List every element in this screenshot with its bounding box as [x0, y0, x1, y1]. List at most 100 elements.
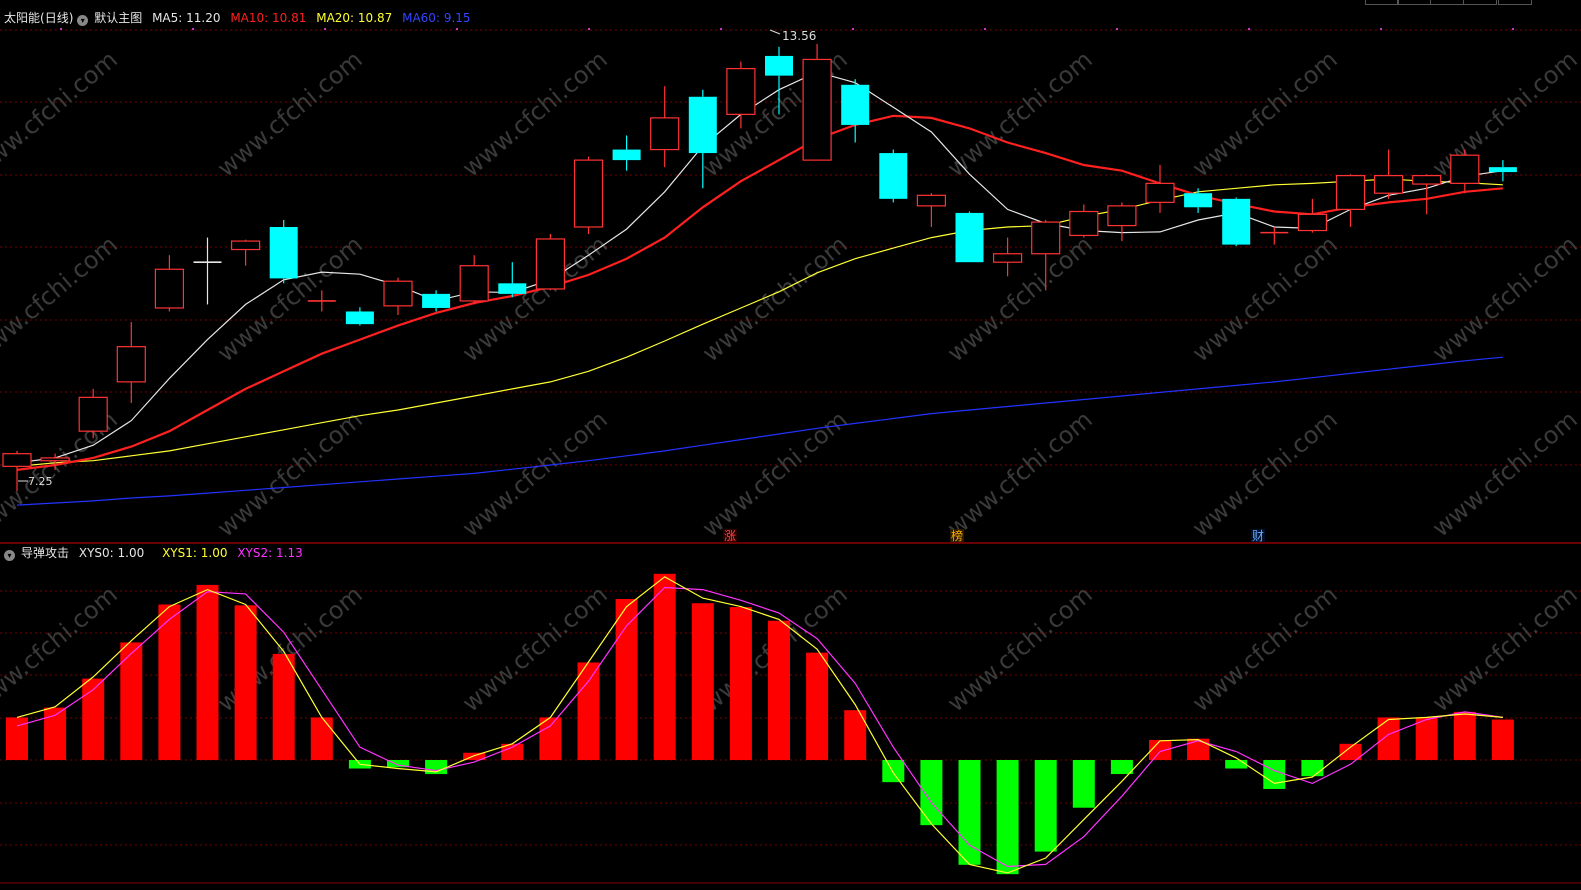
candle	[1260, 227, 1289, 245]
marker-zhang[interactable]: 涨	[724, 528, 736, 543]
toolbar-button-5[interactable]	[1498, 0, 1532, 5]
watermark-text: www.cfchi.com	[212, 405, 368, 542]
histogram-bar	[653, 573, 676, 760]
histogram-bar	[1377, 717, 1400, 760]
candle	[992, 237, 1023, 277]
top-tick	[60, 28, 62, 30]
candle	[1069, 204, 1099, 238]
histogram-bar	[82, 678, 105, 760]
histogram-bar	[1263, 760, 1286, 789]
watermark-text: www.cfchi.com	[1187, 230, 1343, 367]
histogram-bar	[1491, 719, 1514, 760]
high-price-label: 13.56	[782, 29, 816, 43]
watermark-text: www.cfchi.com	[1427, 230, 1581, 367]
top-tick	[192, 28, 194, 30]
histogram-bar	[882, 760, 905, 783]
watermark-text: www.cfchi.com	[1187, 45, 1343, 182]
histogram-bar	[768, 620, 790, 760]
watermark-text: www.cfchi.com	[1427, 580, 1581, 717]
ma60-readout: MA60: 9.15	[402, 11, 471, 25]
ma20-readout: MA20: 10.87	[316, 11, 393, 25]
main-chart-header: 太阳能(日线) ▾ 默认主图 MA5: 11.20 MA10: 10.81 MA2…	[4, 9, 477, 26]
candle	[612, 135, 641, 171]
candle	[841, 79, 870, 143]
top-tick	[1512, 28, 1514, 30]
xys0-readout: XYS0: 1.00	[78, 546, 145, 560]
histogram-bar	[234, 605, 257, 760]
candle	[193, 237, 222, 305]
candle	[269, 219, 298, 284]
candle	[1373, 149, 1404, 199]
histogram-bar	[729, 607, 752, 760]
toolbar-button-4[interactable]	[1463, 0, 1497, 5]
watermark-text: www.cfchi.com	[1187, 580, 1343, 717]
stock-name[interactable]: 太阳能(日线)	[4, 11, 73, 25]
histogram-bar	[1415, 717, 1438, 760]
watermark-text: www.cfchi.com	[0, 45, 123, 182]
histogram-bar	[577, 662, 600, 760]
histogram-bar	[310, 717, 333, 760]
chart-name[interactable]: 默认主图	[94, 11, 142, 25]
ma5-readout: MA5: 11.20	[152, 11, 221, 25]
histogram-bar	[1453, 711, 1476, 760]
candle	[1145, 165, 1175, 213]
histogram-bar	[1110, 760, 1133, 775]
candle	[1450, 149, 1480, 194]
top-tick	[1248, 28, 1250, 30]
watermark-text: www.cfchi.com	[457, 405, 613, 542]
histogram-bar	[806, 652, 829, 760]
candle	[78, 388, 108, 439]
candle	[459, 255, 489, 305]
histogram-bar	[1225, 760, 1248, 769]
toolbar-button-1[interactable]	[1365, 0, 1399, 5]
histogram-bar	[1149, 739, 1171, 760]
chevron-down-icon[interactable]: ▾	[4, 550, 15, 561]
top-tick	[1380, 28, 1382, 30]
marker-bang[interactable]: 榜	[951, 528, 963, 543]
candle	[231, 239, 261, 266]
top-tick	[324, 28, 326, 30]
top-tick	[852, 28, 854, 30]
top-tick	[588, 28, 590, 30]
chart-canvas[interactable]: www.cfchi.com www.cfchi.com www.cfchi.com w…	[0, 0, 1581, 890]
xys1-readout: XYS1: 1.00	[162, 546, 228, 560]
watermark-text: www.cfchi.com	[212, 45, 368, 182]
marker-cai[interactable]: 财	[1252, 529, 1264, 543]
high-annotation: 13.56	[769, 29, 816, 43]
watermark-text: www.cfchi.com	[1187, 405, 1343, 542]
histogram-bar	[196, 584, 219, 760]
histogram-bar	[539, 717, 562, 760]
indicator-header: ▾ 导弹攻击 XYS0: 1.00 XYS1: 1.00 XYS2: 1.13	[4, 544, 309, 561]
event-markers[interactable]: 涨 榜 财	[723, 528, 1265, 543]
candle	[1297, 198, 1328, 233]
candle	[1222, 197, 1251, 247]
candle	[535, 234, 566, 291]
watermark-text: www.cfchi.com	[942, 580, 1098, 717]
candle	[154, 255, 184, 312]
top-tick	[1116, 28, 1118, 30]
candle	[916, 193, 947, 227]
candle	[345, 307, 374, 326]
candle	[1335, 174, 1366, 227]
low-price-label: 7.25	[28, 475, 53, 488]
candle	[650, 86, 680, 168]
histogram-bar	[1187, 738, 1210, 760]
candle	[422, 290, 451, 312]
candle	[879, 149, 908, 203]
chevron-down-icon[interactable]: ▾	[77, 15, 89, 26]
indicator-name[interactable]: 导弹攻击	[21, 546, 69, 560]
ma10-readout: MA10: 10.81	[230, 11, 307, 25]
histogram-bar	[920, 760, 943, 826]
candle	[802, 43, 832, 161]
histogram-bar	[1301, 760, 1324, 777]
watermark-text: www.cfchi.com	[0, 580, 123, 717]
histogram-bar	[272, 653, 295, 760]
watermark-text: www.cfchi.com	[1427, 45, 1581, 182]
candle	[955, 211, 984, 263]
toolbar-button-3[interactable]	[1430, 0, 1464, 5]
toolbar-button-2[interactable]	[1397, 0, 1431, 5]
watermark-text: www.cfchi.com	[942, 405, 1098, 542]
histogram-bar	[996, 760, 1019, 875]
candle	[116, 322, 146, 403]
candle	[498, 262, 527, 298]
